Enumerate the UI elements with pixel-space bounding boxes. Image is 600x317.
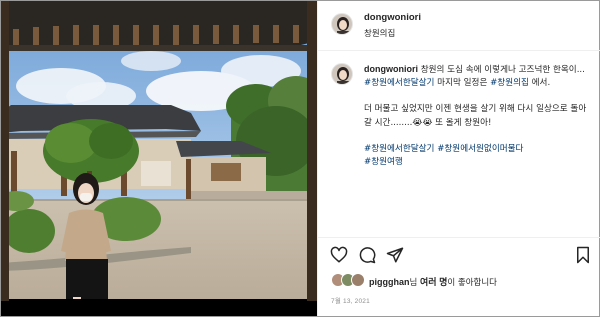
- comment-icon[interactable]: [358, 246, 376, 264]
- post-action-bar: [318, 237, 600, 269]
- likes-connector: 님: [409, 278, 421, 288]
- likes-others-link[interactable]: 여러 명: [420, 277, 447, 287]
- caption-tags-2: #창원여행: [364, 156, 590, 169]
- photo-hanok-scene: [1, 1, 317, 316]
- caption-line-3: 더 머물고 싶었지만 이젠 현생을 살기 위해 다시 일상으로 돌아갈 시간..…: [364, 104, 587, 128]
- caption-text: dongwoniori 창원의 도심 속에 이렇게나 고즈넉한 한옥이... #…: [364, 63, 590, 169]
- hashtag-link[interactable]: #창원에서한달살기: [364, 144, 434, 154]
- caption-username[interactable]: dongwoniori: [364, 64, 418, 74]
- caption-line-1: dongwoniori 창원의 도심 속에 이렇게나 고즈넉한 한옥이...: [364, 63, 590, 77]
- caption-text-1: 창원의 도심 속에 이렇게나 고즈넉한 한옥이...: [418, 65, 585, 75]
- avatar-image: [332, 64, 352, 84]
- post-header: dongwoniori 창원의집: [318, 1, 600, 51]
- post-date[interactable]: 7월 13, 2021: [331, 295, 370, 305]
- liker-username[interactable]: piggghan: [369, 277, 410, 287]
- author-avatar[interactable]: [331, 13, 353, 35]
- hashtag-link[interactable]: #창원의집: [490, 78, 529, 88]
- likes-suffix: 이 좋아합니다: [447, 278, 497, 288]
- post-caption: dongwoniori 창원의 도심 속에 이렇게나 고즈넉한 한옥이... #…: [318, 51, 600, 231]
- hashtag-link[interactable]: #창원에서원없이머물다: [437, 144, 523, 154]
- hashtag-link[interactable]: #창원에서한달살기: [364, 78, 434, 88]
- caption-author-avatar[interactable]: [331, 63, 353, 85]
- heart-icon[interactable]: [330, 246, 348, 264]
- paper-plane-icon[interactable]: [386, 246, 404, 264]
- author-username[interactable]: dongwoniori: [364, 12, 421, 23]
- likes-summary: piggghan님 여러 명이 좋아합니다: [331, 273, 591, 289]
- bookmark-icon[interactable]: [574, 246, 592, 264]
- hashtag-link[interactable]: #창원여행: [364, 157, 403, 167]
- caption-line-2: #창원에서한달살기 마지막 일정은 #창원의집 에서.: [364, 77, 590, 90]
- caption-tags-1: #창원에서한달살기 #창원에서원없이머물다: [364, 143, 590, 156]
- caption-text-3: 에서.: [528, 78, 551, 89]
- caption-text-2: 마지막 일정은: [434, 78, 491, 89]
- post-details-panel: dongwoniori 창원의집 dongwoniori 창원의 도심 속에 이…: [317, 1, 600, 316]
- likes-text: piggghan님 여러 명이 좋아합니다: [369, 275, 497, 288]
- post-photo[interactable]: [1, 1, 317, 316]
- liker-avatar: [351, 273, 365, 287]
- post-location[interactable]: 창원의집: [364, 27, 395, 39]
- avatar-image: [332, 14, 352, 34]
- instagram-post-window: dongwoniori 창원의집 dongwoniori 창원의 도심 속에 이…: [0, 0, 600, 317]
